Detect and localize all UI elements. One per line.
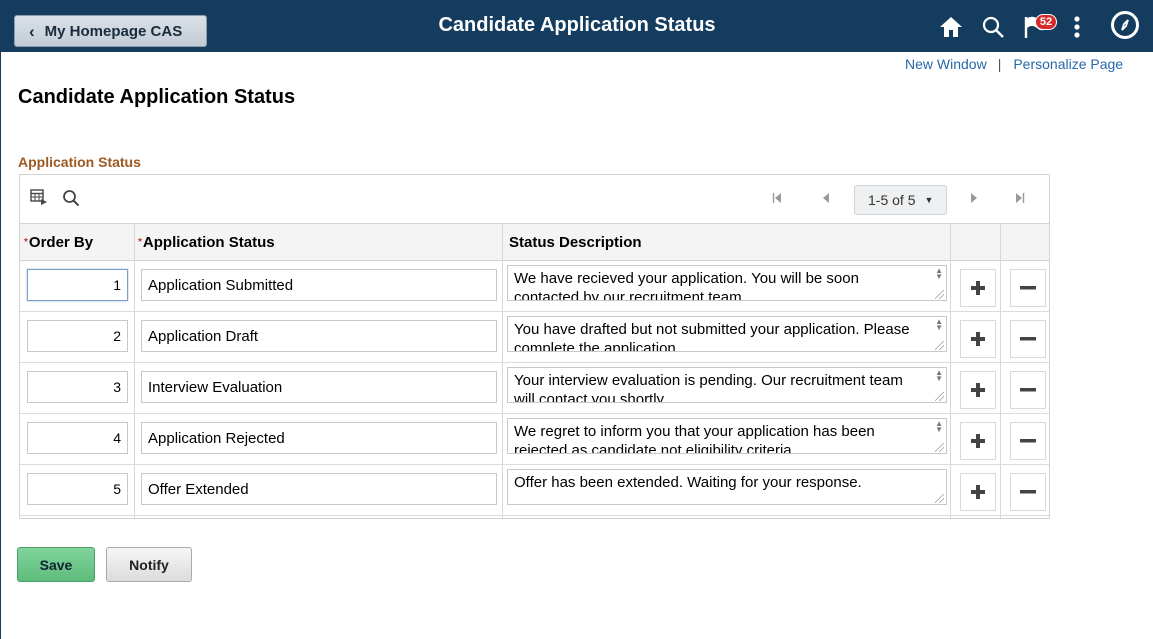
application-status-input[interactable] xyxy=(141,473,497,505)
application-status-grid: 1-5 of 5 ▼ * Order By * Application Status… xyxy=(19,174,1050,519)
order-by-input[interactable] xyxy=(27,473,128,505)
actions-menu-icon[interactable] xyxy=(1059,10,1095,44)
status-description-textarea[interactable]: Your interview evaluation is pending. Ou… xyxy=(507,367,947,403)
window-frame-edge xyxy=(0,0,1,639)
home-icon[interactable] xyxy=(933,10,969,44)
order-by-input[interactable] xyxy=(27,422,128,454)
new-window-link[interactable]: New Window xyxy=(905,56,987,72)
grid-toolbar: 1-5 of 5 ▼ xyxy=(20,175,1049,223)
table-row: We have recieved your application. You w… xyxy=(20,261,1049,312)
search-icon[interactable] xyxy=(975,10,1011,44)
table-row: Your interview evaluation is pending. Ou… xyxy=(20,363,1049,414)
table-row: You have drafted but not submitted your … xyxy=(20,312,1049,363)
find-in-grid-icon[interactable] xyxy=(62,189,80,212)
personalize-grid-icon[interactable] xyxy=(30,189,48,210)
dropdown-caret-icon: ▼ xyxy=(924,195,934,205)
last-page-icon[interactable] xyxy=(1015,192,1025,207)
application-status-input[interactable] xyxy=(141,422,497,454)
next-page-icon[interactable] xyxy=(970,192,978,207)
row-range-label: 1-5 of 5 xyxy=(868,192,916,208)
column-header-application-status[interactable]: * Application Status xyxy=(138,223,498,261)
notify-button[interactable]: Notify xyxy=(106,547,192,582)
page-links: New Window | Personalize Page xyxy=(905,56,1123,72)
order-by-input[interactable] xyxy=(27,269,128,301)
back-button[interactable]: ‹ My Homepage CAS xyxy=(14,15,207,47)
add-row-button[interactable] xyxy=(960,320,996,358)
status-description-textarea[interactable]: You have drafted but not submitted your … xyxy=(507,316,947,352)
application-status-input[interactable] xyxy=(141,269,497,301)
first-page-icon[interactable] xyxy=(772,192,782,207)
add-row-button[interactable] xyxy=(960,269,996,307)
navbar-compass-icon[interactable] xyxy=(1111,11,1139,39)
section-title: Application Status xyxy=(18,154,141,170)
order-by-input[interactable] xyxy=(27,320,128,352)
status-description-text: We have recieved your application. You w… xyxy=(514,270,859,301)
status-description-textarea[interactable]: We regret to inform you that your applic… xyxy=(507,418,947,454)
scroll-arrows-icon[interactable]: ▲ ▼ xyxy=(935,369,943,383)
resize-grip-icon[interactable] xyxy=(935,392,944,401)
resize-grip-icon[interactable] xyxy=(935,494,944,503)
status-description-header-label: Status Description xyxy=(509,233,642,251)
column-header-status-description[interactable]: Status Description xyxy=(509,223,939,261)
application-status-input[interactable] xyxy=(141,320,497,352)
row-range-select[interactable]: 1-5 of 5 ▼ xyxy=(854,185,947,215)
link-separator: | xyxy=(997,56,1002,72)
status-description-text: We regret to inform you that your applic… xyxy=(514,423,875,454)
delete-row-button[interactable] xyxy=(1010,473,1046,511)
resize-grip-icon[interactable] xyxy=(935,290,944,299)
add-row-button[interactable] xyxy=(960,422,996,460)
status-description-textarea[interactable]: We have recieved your application. You w… xyxy=(507,265,947,301)
chevron-left-icon: ‹ xyxy=(29,21,35,41)
save-button[interactable]: Save xyxy=(17,547,95,582)
required-marker: * xyxy=(24,236,28,248)
personalize-page-link[interactable]: Personalize Page xyxy=(1013,56,1123,72)
required-marker: * xyxy=(138,236,142,248)
notification-badge: 52 xyxy=(1035,14,1057,30)
application-status-input[interactable] xyxy=(141,371,497,403)
back-button-label: My Homepage CAS xyxy=(44,22,183,40)
table-row: We regret to inform you that your applic… xyxy=(20,414,1049,465)
delete-row-button[interactable] xyxy=(1010,320,1046,358)
delete-row-button[interactable] xyxy=(1010,371,1046,409)
column-header-order-by[interactable]: * Order By xyxy=(24,223,134,261)
resize-grip-icon[interactable] xyxy=(935,443,944,452)
status-description-text: You have drafted but not submitted your … xyxy=(514,321,910,352)
resize-grip-icon[interactable] xyxy=(935,341,944,350)
status-description-text: Your interview evaluation is pending. Ou… xyxy=(514,372,903,403)
page-title: Candidate Application Status xyxy=(18,86,296,108)
application-status-header-label: Application Status xyxy=(142,233,275,251)
order-by-input[interactable] xyxy=(27,371,128,403)
notifications-flag-icon[interactable]: 52 xyxy=(1017,10,1057,44)
status-description-textarea[interactable]: Offer has been extended. Waiting for you… xyxy=(507,469,947,505)
previous-page-icon[interactable] xyxy=(822,192,830,207)
order-by-header-label: Order By xyxy=(28,233,94,251)
scroll-arrows-icon[interactable]: ▲ ▼ xyxy=(935,318,943,332)
table-row: Offer has been extended. Waiting for you… xyxy=(20,465,1049,516)
add-row-button[interactable] xyxy=(960,371,996,409)
add-row-button[interactable] xyxy=(960,473,996,511)
scroll-arrows-icon[interactable]: ▲ ▼ xyxy=(935,420,943,434)
scroll-arrows-icon[interactable]: ▲ ▼ xyxy=(935,267,943,281)
delete-row-button[interactable] xyxy=(1010,422,1046,460)
status-description-text: Offer has been extended. Waiting for you… xyxy=(514,474,862,491)
top-banner: ‹ My Homepage CAS Candidate Application … xyxy=(1,0,1153,52)
delete-row-button[interactable] xyxy=(1010,269,1046,307)
